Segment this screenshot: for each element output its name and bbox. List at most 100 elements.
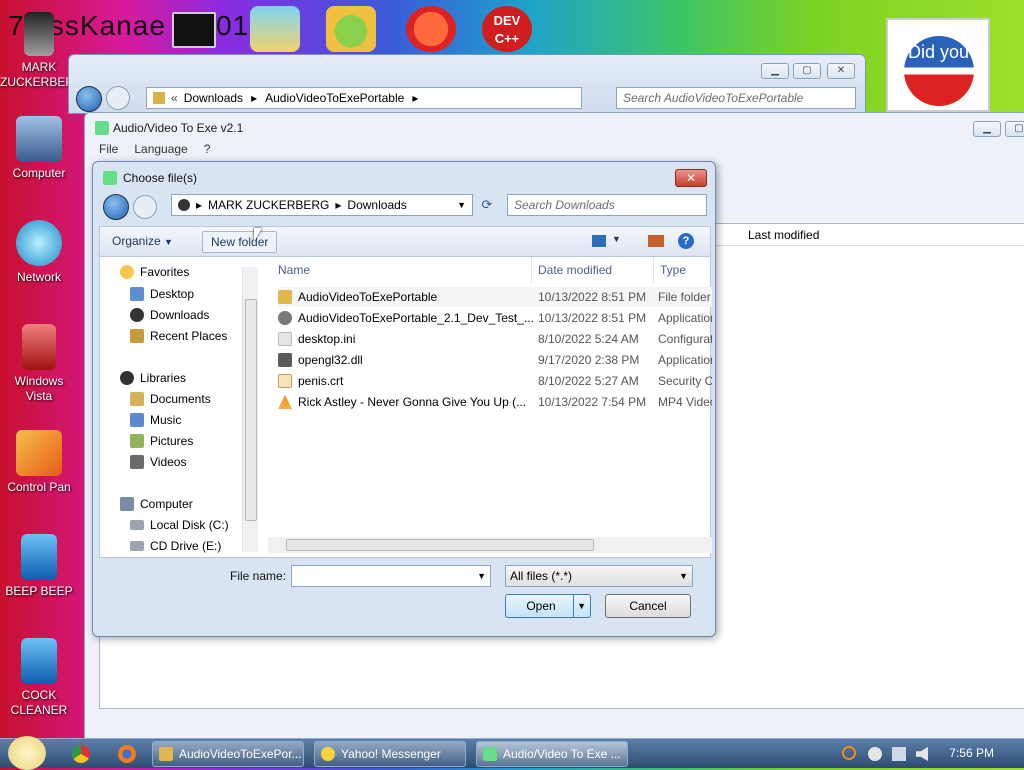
nav-label: Videos (150, 455, 187, 469)
videos-icon (130, 455, 144, 469)
close-button[interactable]: ✕ (827, 63, 855, 79)
app-maximize-button[interactable]: ▢ (1005, 121, 1024, 137)
obama-poster[interactable]: Did you (886, 18, 990, 112)
scroll-thumb[interactable] (286, 539, 594, 551)
desktop-icon-computer[interactable]: Computer (0, 116, 78, 181)
search-icon[interactable] (842, 746, 856, 760)
taskbar-item-explorer[interactable]: AudioVideoToExePor... (152, 741, 304, 767)
desktop-icon-control-panel[interactable]: Control Pan (0, 430, 78, 495)
nav-scrollbar[interactable] (242, 267, 258, 552)
chevron-down-icon[interactable]: ▼ (573, 595, 586, 617)
new-folder-button[interactable]: New folder (202, 231, 278, 253)
explorer-search-input[interactable]: Search AudioVideoToExePortable (616, 87, 856, 109)
file-row[interactable]: opengl32.dll 9/17/2020 2:38 PM Applicati… (278, 350, 712, 370)
dialog-search-input[interactable]: Search Downloads (507, 194, 707, 216)
minimize-button[interactable]: ▁ (761, 63, 789, 79)
dialog-forward-button[interactable] (133, 195, 157, 219)
filetype-select[interactable]: All files (*.*) ▼ (505, 565, 693, 587)
network-tray-icon[interactable] (892, 747, 906, 761)
dev-cpp-icon[interactable]: DEV C++ (482, 6, 532, 52)
nav-downloads[interactable]: Downloads (130, 308, 209, 322)
start-button[interactable] (8, 736, 46, 770)
chevron-down-icon[interactable]: ▼ (477, 566, 486, 586)
folder-icon[interactable] (250, 6, 300, 52)
column-type[interactable]: Type (660, 257, 712, 283)
angry-birds-icon[interactable] (326, 6, 376, 52)
file-row[interactable]: Rick Astley - Never Gonna Give You Up (.… (278, 392, 712, 412)
dialog-address-bar[interactable]: ▸ MARK ZUCKERBERG ▸ Downloads ▼ (171, 194, 473, 216)
nav-label: Desktop (150, 287, 195, 301)
nav-local-disk[interactable]: Local Disk (C:) (130, 518, 229, 532)
file-list-scrollbar[interactable] (268, 537, 712, 553)
file-type: Application extension (658, 353, 712, 367)
nav-documents[interactable]: Documents (130, 392, 211, 406)
file-row[interactable]: desktop.ini 8/10/2022 5:24 AM Configurat… (278, 329, 712, 349)
clock[interactable]: 7:56 PM (949, 746, 994, 760)
filename-input[interactable]: ▼ (291, 565, 491, 587)
dialog-back-button[interactable] (103, 194, 129, 220)
volume-icon[interactable] (916, 747, 928, 761)
breadcrumb-downloads[interactable]: Downloads (347, 198, 406, 212)
nav-favorites[interactable]: Favorites (120, 265, 189, 279)
nav-computer[interactable]: Computer (120, 497, 193, 511)
open-button[interactable]: Open ▼ (505, 594, 591, 618)
nav-music[interactable]: Music (130, 413, 181, 427)
desktop-icon-mark-zuckerberg[interactable]: MARK ZUCKERBERG (0, 12, 83, 90)
refresh-button[interactable]: ⟳ (477, 196, 497, 216)
nav-desktop[interactable]: Desktop (130, 287, 194, 301)
organize-button[interactable]: Organize ▼ (104, 231, 181, 253)
star-icon (120, 265, 134, 279)
nav-cd-drive[interactable]: CD Drive (E:) (130, 539, 221, 553)
file-row[interactable]: penis.crt 8/10/2022 5:27 AM Security Cer… (278, 371, 712, 391)
chevron-down-icon[interactable]: ▼ (612, 234, 621, 244)
preview-pane-icon[interactable] (648, 235, 664, 247)
cmd-icon[interactable] (172, 12, 216, 48)
taskbar-item-av2exe[interactable]: Audio/Video To Exe ... (476, 741, 628, 767)
maximize-button[interactable]: ▢ (793, 63, 821, 79)
column-date-modified[interactable]: Date modified (538, 257, 654, 283)
help-icon[interactable]: ? (678, 233, 694, 249)
desktop-icon-cock-cleaner[interactable]: COCK CLEANER (0, 638, 78, 718)
file-name: penis.crt (298, 374, 344, 388)
file-row[interactable]: AudioVideoToExePortable 10/13/2022 8:51 … (278, 287, 712, 307)
column-name[interactable]: Name (278, 257, 532, 283)
dialog-close-button[interactable]: ✕ (675, 169, 707, 187)
folder-icon (278, 290, 292, 304)
file-name: AudioVideoToExePortable (298, 290, 438, 304)
firefox-icon[interactable] (118, 745, 136, 763)
forward-button[interactable] (106, 86, 130, 110)
explorer-address-bar[interactable]: « Downloads ▸ AudioVideoToExePortable ▸ (146, 87, 582, 109)
column-last-modified[interactable]: Last modified (748, 228, 819, 242)
nav-libraries[interactable]: Libraries (120, 371, 186, 385)
menu-language[interactable]: Language (134, 142, 187, 156)
app-minimize-button[interactable]: ▁ (973, 121, 1001, 137)
nav-videos[interactable]: Videos (130, 455, 186, 469)
menu-file[interactable]: File (99, 142, 118, 156)
desktop-icon-windows-vista[interactable]: Windows Vista (0, 324, 78, 404)
nav-pictures[interactable]: Pictures (130, 434, 193, 448)
menu-help[interactable]: ? (204, 142, 211, 156)
breadcrumb-downloads[interactable]: Downloads (184, 91, 243, 105)
taskbar-item-yahoo-messenger[interactable]: Yahoo! Messenger (314, 741, 466, 767)
desktop-icon-beep-beep[interactable]: BEEP BEEP (0, 534, 78, 599)
p-app-icon[interactable] (406, 6, 456, 52)
desktop-icon-label: Control Pan (7, 480, 71, 494)
breadcrumb-user[interactable]: MARK ZUCKERBERG (208, 198, 329, 212)
file-name: AudioVideoToExePortable_2.1_Dev_Test_... (298, 311, 534, 325)
breadcrumb-folder[interactable]: AudioVideoToExePortable (265, 91, 404, 105)
back-button[interactable] (76, 86, 102, 112)
cancel-button[interactable]: Cancel (605, 594, 691, 618)
scroll-thumb[interactable] (245, 299, 257, 521)
file-row[interactable]: AudioVideoToExePortable_2.1_Dev_Test_...… (278, 308, 712, 328)
nav-recent-places[interactable]: Recent Places (130, 329, 227, 343)
dialog-content: Favorites Desktop Downloads Recent Place… (99, 256, 712, 558)
views-icon[interactable] (592, 235, 606, 247)
pictures-icon (130, 434, 144, 448)
computer-icon (120, 497, 134, 511)
vlc-icon (278, 395, 292, 409)
chevron-down-icon[interactable]: ▼ (457, 200, 466, 210)
dll-icon (278, 353, 292, 367)
messenger-tray-icon[interactable] (868, 747, 882, 761)
desktop-icon-network[interactable]: Network (0, 220, 78, 285)
chrome-icon[interactable] (72, 745, 90, 763)
